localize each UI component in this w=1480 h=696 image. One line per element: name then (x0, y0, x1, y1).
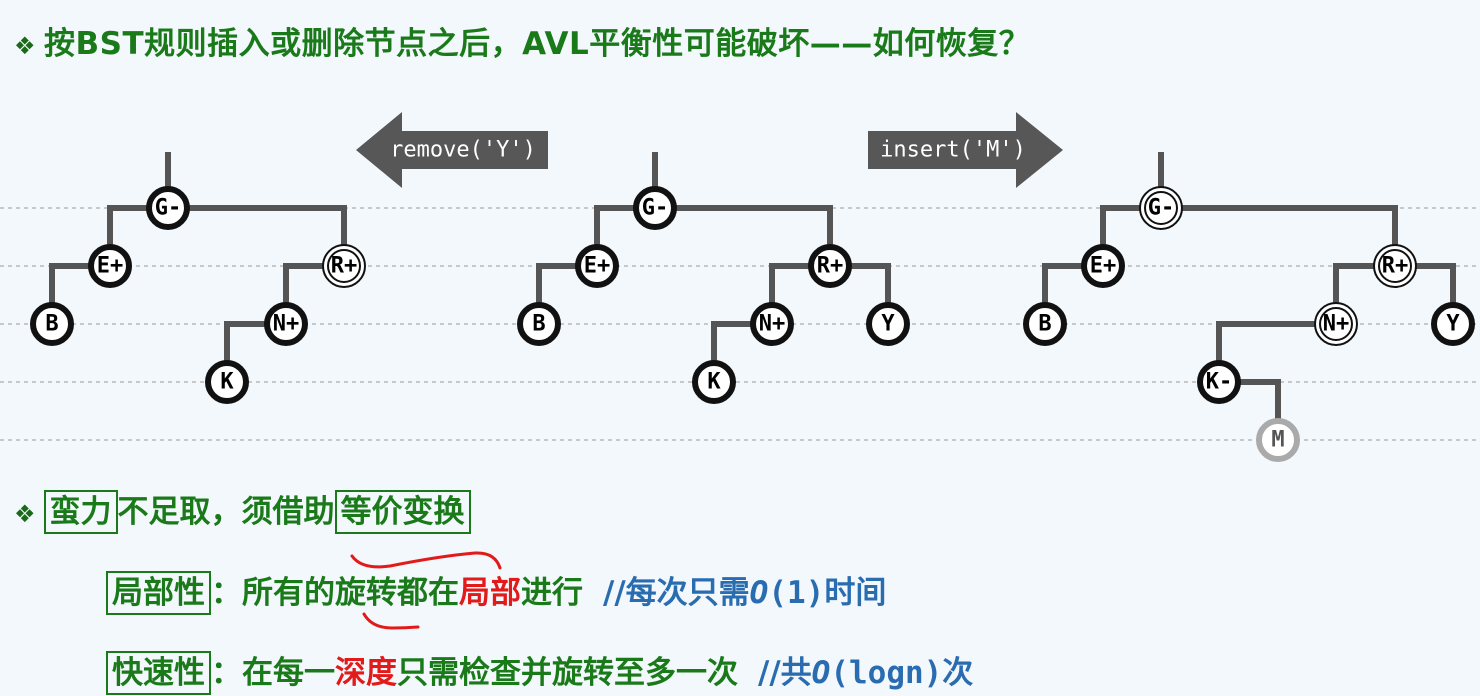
svg-text:K: K (220, 370, 234, 395)
point-speed: 快速性 ：在每一深度只需检查并旋转至多一次 //共O(logn)次 (106, 647, 973, 695)
svg-text:N+: N+ (1323, 312, 1350, 337)
svg-text:N+: N+ (273, 312, 300, 337)
tree-node: G- (633, 186, 677, 230)
tree-node: Y (866, 302, 910, 346)
tree-node-unbalanced: R+ (322, 244, 366, 288)
svg-text:E+: E+ (97, 254, 124, 279)
tree-node: K (205, 360, 249, 404)
tree-node: B (1023, 302, 1067, 346)
svg-text:B: B (532, 312, 545, 337)
point-locality: 局部性 ：所有的旋转都在局部进行 //每次只需O(1)时间 (106, 567, 886, 615)
tree-node: R+ (808, 244, 852, 288)
tree-node: Y (1431, 302, 1475, 346)
tree-node-unbalanced: R+ (1373, 244, 1417, 288)
insert-arrow: insert('M') (868, 112, 1063, 188)
svg-text:R+: R+ (1382, 254, 1409, 279)
point3-comment: //共O(logn)次 (758, 655, 974, 691)
tree-node: K- (1197, 360, 1241, 404)
svg-text:G-: G- (155, 196, 182, 221)
term-locality: 局部性 (106, 571, 211, 615)
edge (165, 205, 347, 269)
tree-node-inserted: M (1256, 418, 1300, 462)
remove-arrow: remove('Y') (356, 112, 548, 188)
tree-node: N+ (264, 302, 308, 346)
svg-text:R+: R+ (331, 254, 358, 279)
svg-text:M: M (1271, 428, 1284, 453)
tree-node: N+ (750, 302, 794, 346)
point2-highlight: 局部 (459, 575, 521, 611)
tree-right: G- E+ R+ B N+ Y K- M (1023, 152, 1475, 462)
point2-text-b: 进行 (521, 575, 583, 611)
svg-text:E+: E+ (1090, 254, 1117, 279)
point3-text-a: 在每一 (242, 655, 335, 691)
svg-text:B: B (45, 312, 58, 337)
tree-node: E+ (575, 244, 619, 288)
point3-text-b: 只需检查并旋转至多一次 (397, 655, 738, 691)
point-brute-force: ❖ 蛮力 不足取，须借助 等价变换 (14, 486, 471, 534)
svg-text:E+: E+ (584, 254, 611, 279)
remove-arrow-label: remove('Y') (390, 138, 536, 163)
insert-arrow-label: insert('M') (880, 138, 1026, 163)
point3-highlight: 深度 (335, 655, 397, 691)
tree-node: G- (146, 186, 190, 230)
svg-text:B: B (1038, 312, 1051, 337)
edge (1158, 205, 1398, 269)
point2-colon: ： (211, 575, 242, 611)
svg-text:R+: R+ (817, 254, 844, 279)
svg-text:K-: K- (1206, 370, 1233, 395)
tree-middle: G- E+ R+ B N+ Y K (517, 152, 910, 404)
svg-text:N+: N+ (759, 312, 786, 337)
tree-node-unbalanced: N+ (1314, 302, 1358, 346)
term-speed: 快速性 (106, 651, 211, 695)
tree-node: B (517, 302, 561, 346)
point2-text-a: 所有的旋转都在 (242, 575, 459, 611)
tree-node: B (30, 302, 74, 346)
tree-node: E+ (88, 244, 132, 288)
edge (652, 205, 833, 269)
svg-text:G-: G- (1148, 196, 1175, 221)
svg-text:Y: Y (881, 312, 895, 337)
point2-comment: //每次只需O(1)时间 (603, 575, 887, 611)
tree-node-unbalanced: G- (1139, 186, 1183, 230)
point1-bullet-icon: ❖ (14, 500, 36, 528)
svg-text:G-: G- (642, 196, 669, 221)
tree-left: G- E+ R+ B N+ K (30, 152, 366, 404)
term-equivalent-transform: 等价变换 (334, 490, 471, 534)
tree-node: E+ (1081, 244, 1125, 288)
point3-colon: ： (211, 655, 242, 691)
tree-node: K (692, 360, 736, 404)
svg-text:K: K (707, 370, 721, 395)
svg-text:Y: Y (1446, 312, 1460, 337)
point1-middle-text: 不足取，须借助 (117, 494, 335, 530)
term-brute-force: 蛮力 (43, 490, 118, 534)
